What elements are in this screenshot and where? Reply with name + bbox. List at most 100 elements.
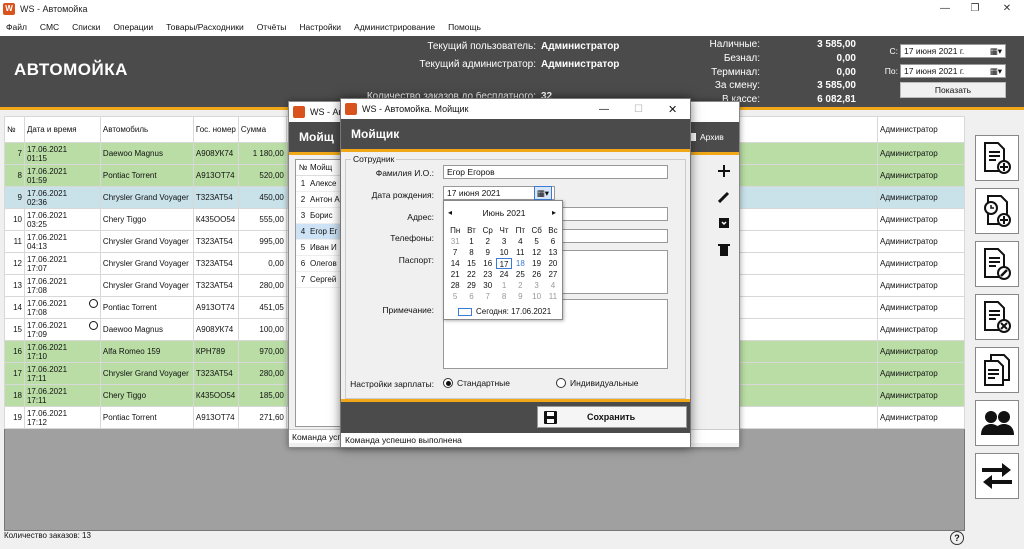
calendar-day[interactable]: 9 xyxy=(480,247,496,258)
calendar-day[interactable]: 12 xyxy=(528,247,544,258)
calendar-day[interactable]: 6 xyxy=(463,291,479,302)
calendar-day[interactable]: 22 xyxy=(463,269,479,280)
close-icon[interactable]: ✕ xyxy=(992,0,1022,18)
menu-goods[interactable]: Товары/Расходники xyxy=(166,22,244,32)
calendar-day[interactable]: 24 xyxy=(496,269,512,280)
edit-order-button[interactable] xyxy=(975,241,1019,287)
calendar-day[interactable]: 6 xyxy=(545,236,561,247)
calendar-day[interactable]: 10 xyxy=(528,291,544,302)
calendar-day[interactable]: 17 xyxy=(495,258,513,269)
col-datetime[interactable]: Дата и время xyxy=(23,116,101,143)
calendar-dropdown-icon[interactable]: ▦▾ xyxy=(533,186,552,200)
close-icon[interactable]: ✕ xyxy=(668,103,677,116)
calendar-month[interactable]: Июнь 2021 xyxy=(444,208,564,218)
employee-row[interactable]: 1 Алексе xyxy=(296,176,342,192)
employee-row[interactable]: 2 Антон А xyxy=(296,192,342,208)
calendar-day[interactable]: 5 xyxy=(447,291,463,302)
calendar-day[interactable]: 3 xyxy=(528,280,544,291)
to-date-picker[interactable]: 17 июня 2021 г. ▦▾ xyxy=(900,64,1006,78)
minimize-icon[interactable]: — xyxy=(930,0,960,18)
col-sum[interactable]: Сумма xyxy=(237,116,287,143)
add-icon[interactable] xyxy=(715,162,733,180)
calendar-day[interactable]: 4 xyxy=(512,236,528,247)
calendar-day[interactable]: 29 xyxy=(463,280,479,291)
salary-standard-radio[interactable]: Стандартные xyxy=(443,378,510,388)
calendar-day[interactable]: 7 xyxy=(480,291,496,302)
menu-help[interactable]: Помощь xyxy=(448,22,481,32)
calendar-day[interactable]: 28 xyxy=(447,280,463,291)
employee-row[interactable]: 6 Олегов xyxy=(296,256,342,272)
salary-individual-radio[interactable]: Индивидуальные xyxy=(556,378,639,388)
col-admin[interactable]: Администратор xyxy=(876,116,966,143)
calendar-day[interactable]: 14 xyxy=(447,258,463,269)
employee-name: Олегов xyxy=(310,259,337,268)
calendar-day[interactable]: 2 xyxy=(480,236,496,247)
calendar-day[interactable]: 31 xyxy=(447,236,463,247)
calendar-day[interactable]: 13 xyxy=(545,247,561,258)
scheduled-order-button[interactable] xyxy=(975,188,1019,234)
menu-file[interactable]: Файл xyxy=(6,22,27,32)
calendar-day[interactable]: 1 xyxy=(463,236,479,247)
col-number[interactable]: № xyxy=(4,116,25,143)
edit-icon[interactable] xyxy=(715,188,733,206)
maximize-icon: ☐ xyxy=(634,103,643,115)
calendar-day[interactable]: 10 xyxy=(496,247,512,258)
employee-row[interactable]: 5 Иван И xyxy=(296,240,342,256)
employees-button[interactable] xyxy=(975,400,1019,446)
calendar-day[interactable]: 3 xyxy=(496,236,512,247)
transfer-button[interactable] xyxy=(975,453,1019,499)
calendar-day[interactable]: 15 xyxy=(463,258,479,269)
calendar-day[interactable]: 21 xyxy=(447,269,463,280)
calendar-day[interactable]: 11 xyxy=(545,291,561,302)
help-icon[interactable]: ? xyxy=(950,531,964,545)
copy-order-button[interactable] xyxy=(975,347,1019,393)
new-order-button[interactable] xyxy=(975,135,1019,181)
name-field[interactable]: Егор Егоров xyxy=(443,165,668,179)
calendar-today-link[interactable]: Сегодня: 17.06.2021 xyxy=(458,307,551,316)
calendar-day[interactable]: 5 xyxy=(528,236,544,247)
calendar-day[interactable]: 9 xyxy=(512,291,528,302)
dob-date-picker[interactable]: 17 июня 2021 ▦▾ xyxy=(443,186,555,200)
calendar-day[interactable]: 19 xyxy=(528,258,544,269)
next-month-icon[interactable]: ▸ xyxy=(552,208,556,217)
archive-icon[interactable] xyxy=(715,214,733,232)
menu-reports[interactable]: Отчёты xyxy=(257,22,287,32)
menu-operations[interactable]: Операции xyxy=(113,22,153,32)
trash-icon[interactable] xyxy=(715,240,733,258)
calendar-day[interactable]: 8 xyxy=(463,247,479,258)
restore-icon[interactable]: ❐ xyxy=(960,0,990,18)
calendar-day[interactable]: 4 xyxy=(545,280,561,291)
scheduled-order-icon xyxy=(984,195,1011,227)
minimize-icon[interactable]: — xyxy=(599,104,609,115)
show-button[interactable]: Показать xyxy=(900,82,1006,98)
calendar-day[interactable]: 18 xyxy=(512,258,528,269)
from-date-picker[interactable]: 17 июня 2021 г. ▦▾ xyxy=(900,44,1006,58)
employee-row[interactable]: 7 Сергей xyxy=(296,272,342,288)
calendar-day[interactable]: 7 xyxy=(447,247,463,258)
row-datetime: 17.06.2021 17:10 xyxy=(23,340,101,363)
calendar-day[interactable]: 26 xyxy=(528,269,544,280)
save-button[interactable]: Сохранить xyxy=(537,406,687,428)
calendar-day[interactable]: 11 xyxy=(512,247,528,258)
calendar-day[interactable]: 23 xyxy=(480,269,496,280)
menu-sms[interactable]: СМС xyxy=(40,22,59,32)
menu-admin[interactable]: Администрирование xyxy=(354,22,435,32)
employee-row[interactable]: 4 Егор Ег xyxy=(296,224,342,240)
calendar-day[interactable]: 2 xyxy=(512,280,528,291)
calendar-day[interactable]: 16 xyxy=(480,258,496,269)
menu-settings[interactable]: Настройки xyxy=(299,22,341,32)
employee-row[interactable]: 3 Борис xyxy=(296,208,342,224)
row-car: Chrysler Grand Voyager xyxy=(99,230,194,253)
calendar-day[interactable]: 27 xyxy=(545,269,561,280)
calendar-day[interactable]: 1 xyxy=(496,280,512,291)
col-plate[interactable]: Гос. номер xyxy=(192,116,239,143)
calendar-day[interactable]: 30 xyxy=(480,280,496,291)
calendar-day[interactable]: 8 xyxy=(496,291,512,302)
delete-order-button[interactable] xyxy=(975,294,1019,340)
menu-lists[interactable]: Списки xyxy=(72,22,100,32)
col-car[interactable]: Автомобиль xyxy=(99,116,194,143)
employees-rows: 1 Алексе 2 Антон А 3 Борис 4 Егор Ег 5 Иван И 6 Оле… xyxy=(296,176,342,288)
calendar-day[interactable]: 25 xyxy=(512,269,528,280)
calendar-day[interactable]: 20 xyxy=(545,258,561,269)
archive-checkbox[interactable]: Архив xyxy=(688,132,724,142)
